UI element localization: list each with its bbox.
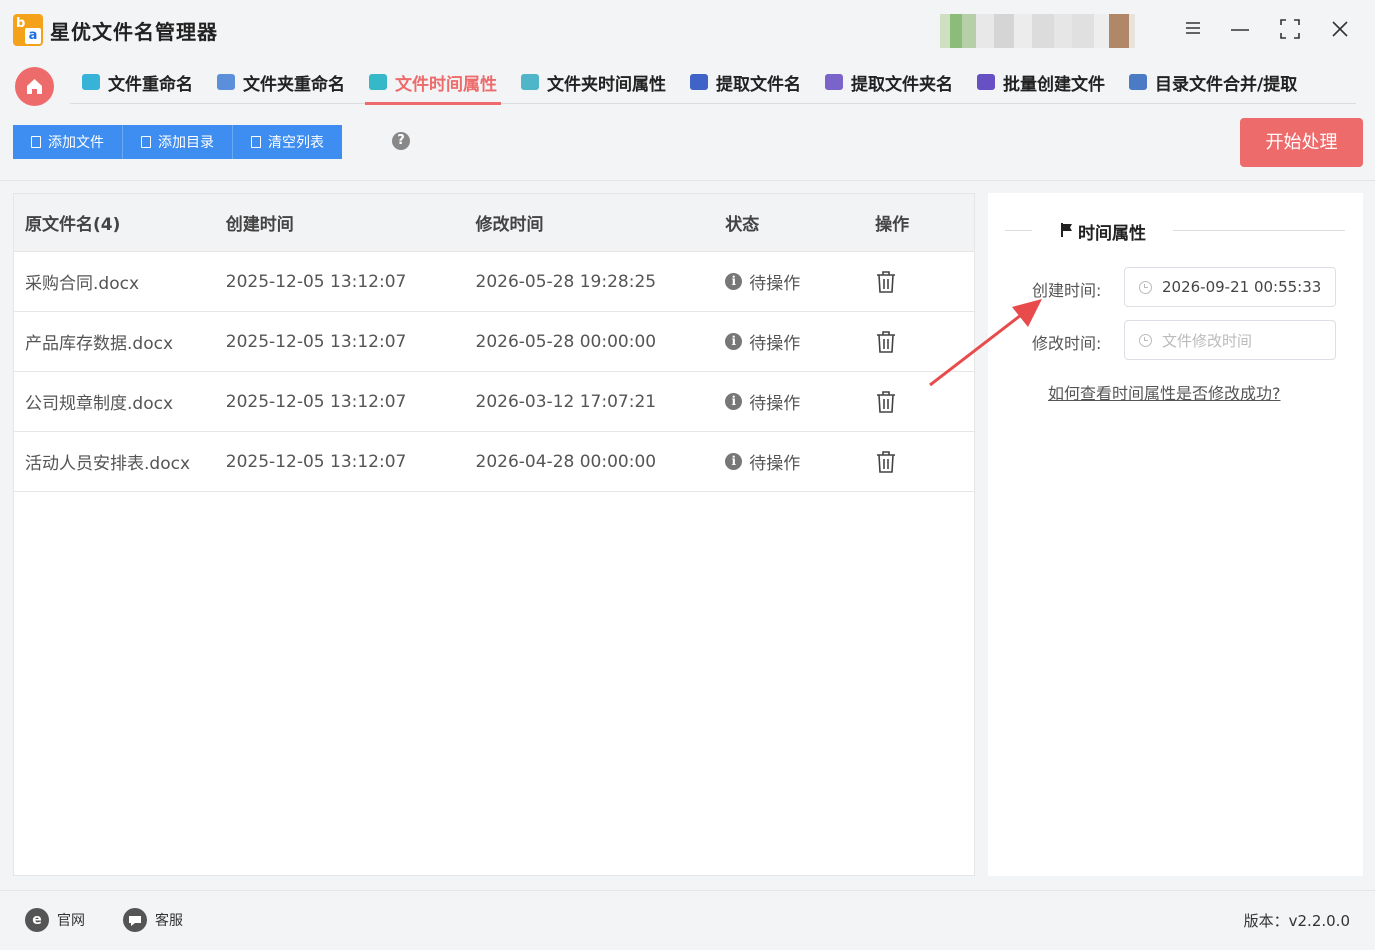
tab-file-time[interactable]: 文件时间属性 bbox=[357, 60, 509, 105]
tab-folder-rename[interactable]: 文件夹重命名 bbox=[205, 60, 357, 104]
start-processing-button[interactable]: 开始处理 bbox=[1240, 118, 1363, 167]
cell-filename: 采购合同.docx bbox=[25, 274, 140, 294]
panel-title: 时间属性 bbox=[1078, 224, 1146, 244]
maximize-icon[interactable] bbox=[1277, 18, 1303, 44]
customer-service-link[interactable]: 客服 bbox=[123, 908, 183, 932]
minimize-icon[interactable] bbox=[1227, 18, 1253, 44]
batch-create-icon bbox=[977, 74, 995, 90]
website-link[interactable]: e 官网 bbox=[25, 908, 85, 932]
add-directory-button[interactable]: 添加目录 bbox=[123, 125, 233, 159]
home-button[interactable] bbox=[15, 67, 54, 106]
cell-actions bbox=[864, 450, 974, 474]
cell-created: 2025-12-05 13:12:07 bbox=[225, 331, 407, 352]
cell-created: 2025-12-05 13:12:07 bbox=[225, 391, 407, 412]
cell-modified: 2026-04-28 00:00:00 bbox=[475, 451, 657, 472]
clock-icon bbox=[1139, 333, 1152, 347]
file-time-icon bbox=[369, 74, 387, 90]
info-icon: i bbox=[725, 273, 743, 290]
trash-icon bbox=[251, 136, 261, 148]
help-icon[interactable]: ? bbox=[392, 132, 410, 150]
file-icon bbox=[31, 136, 41, 148]
info-icon: i bbox=[725, 333, 743, 350]
table-row[interactable]: 产品库存数据.docx 2025-12-05 13:12:07 2026-05-… bbox=[14, 312, 974, 372]
file-table: 原文件名(4) 创建时间 修改时间 状态 操作 采购合同.docx 2025-1… bbox=[13, 193, 975, 876]
title-divider-left bbox=[1005, 230, 1032, 231]
cell-modified: 2026-05-28 19:28:25 bbox=[475, 271, 657, 292]
cell-modified: 2026-03-12 17:07:21 bbox=[475, 391, 657, 412]
version-label: 版本：v2.2.0.0 bbox=[1243, 912, 1350, 930]
tab-extract-filename[interactable]: 提取文件名 bbox=[678, 60, 813, 104]
delete-icon[interactable] bbox=[875, 270, 897, 294]
ie-icon: e bbox=[25, 908, 49, 932]
created-time-value: 2026-09-21 00:55:33 bbox=[1162, 278, 1322, 296]
merge-extract-icon bbox=[1129, 74, 1147, 90]
nav-tabs: 文件重命名 文件夹重命名 文件时间属性 文件夹时间属性 提取文件名 提取文件夹名… bbox=[70, 60, 1356, 105]
header-status: 状态 bbox=[725, 215, 760, 235]
header-filename[interactable]: 原文件名(4) bbox=[14, 210, 215, 235]
main-nav: 文件重命名 文件夹重命名 文件时间属性 文件夹时间属性 提取文件名 提取文件夹名… bbox=[0, 60, 1375, 106]
extract-foldername-icon bbox=[825, 74, 843, 90]
delete-icon[interactable] bbox=[875, 450, 897, 474]
tab-extract-foldername[interactable]: 提取文件夹名 bbox=[813, 60, 965, 104]
tab-merge-extract[interactable]: 目录文件合并/提取 bbox=[1117, 60, 1309, 104]
add-file-button[interactable]: 添加文件 bbox=[13, 125, 123, 159]
help-link[interactable]: 如何查看时间属性是否修改成功? bbox=[1048, 380, 1281, 404]
file-icon bbox=[141, 136, 151, 148]
table-header: 原文件名(4) 创建时间 修改时间 状态 操作 bbox=[14, 194, 974, 252]
header-created[interactable]: 创建时间 bbox=[215, 210, 465, 235]
clock-icon bbox=[1139, 280, 1152, 294]
cell-created: 2025-12-05 13:12:07 bbox=[225, 271, 407, 292]
title-divider-right bbox=[1173, 230, 1345, 231]
file-rename-icon bbox=[82, 74, 100, 90]
info-icon: i bbox=[725, 453, 743, 470]
app-logo: b a bbox=[13, 14, 43, 46]
cell-filename: 活动人员安排表.docx bbox=[25, 454, 191, 474]
modified-time-placeholder: 文件修改时间 bbox=[1162, 331, 1253, 350]
cell-created: 2025-12-05 13:12:07 bbox=[225, 451, 407, 472]
annotation-arrow bbox=[929, 299, 1042, 387]
user-avatar-blurred[interactable] bbox=[940, 14, 1155, 48]
folder-time-icon bbox=[521, 74, 539, 90]
cell-status: i 待操作 bbox=[714, 269, 864, 294]
cell-status: i 待操作 bbox=[714, 329, 864, 354]
table-row[interactable]: 公司规章制度.docx 2025-12-05 13:12:07 2026-03-… bbox=[14, 372, 974, 432]
tab-batch-create[interactable]: 批量创建文件 bbox=[965, 60, 1117, 104]
delete-icon[interactable] bbox=[875, 390, 897, 414]
close-icon[interactable] bbox=[1327, 18, 1353, 44]
app-title: 星优文件名管理器 bbox=[50, 20, 218, 44]
info-icon: i bbox=[725, 393, 743, 410]
cell-filename: 公司规章制度.docx bbox=[25, 394, 174, 414]
table-row[interactable]: 活动人员安排表.docx 2025-12-05 13:12:07 2026-04… bbox=[14, 432, 974, 492]
cell-status: i 待操作 bbox=[714, 449, 864, 474]
table-row[interactable]: 采购合同.docx 2025-12-05 13:12:07 2026-05-28… bbox=[14, 252, 974, 312]
tab-folder-time[interactable]: 文件夹时间属性 bbox=[509, 60, 678, 104]
cell-status: i 待操作 bbox=[714, 389, 864, 414]
divider bbox=[0, 180, 1375, 181]
flag-icon bbox=[1061, 223, 1072, 237]
delete-icon[interactable] bbox=[875, 330, 897, 354]
created-time-input[interactable]: 2026-09-21 00:55:33 bbox=[1124, 267, 1336, 307]
header-modified[interactable]: 修改时间 bbox=[465, 210, 715, 235]
title-bar: b a 星优文件名管理器 bbox=[0, 0, 1375, 60]
footer: e 官网 客服 版本：v2.2.0.0 bbox=[0, 890, 1375, 950]
header-actions: 操作 bbox=[875, 215, 910, 235]
toolbar: 添加文件 添加目录 清空列表 bbox=[13, 125, 342, 159]
folder-rename-icon bbox=[217, 74, 235, 90]
chat-icon bbox=[123, 908, 147, 932]
menu-icon[interactable] bbox=[1180, 18, 1206, 44]
cell-modified: 2026-05-28 00:00:00 bbox=[475, 331, 657, 352]
home-icon bbox=[27, 79, 42, 94]
clear-list-button[interactable]: 清空列表 bbox=[233, 125, 342, 159]
cell-filename: 产品库存数据.docx bbox=[25, 334, 174, 354]
extract-filename-icon bbox=[690, 74, 708, 90]
modified-time-input[interactable]: 文件修改时间 bbox=[1124, 320, 1336, 360]
tab-file-rename[interactable]: 文件重命名 bbox=[70, 60, 205, 104]
